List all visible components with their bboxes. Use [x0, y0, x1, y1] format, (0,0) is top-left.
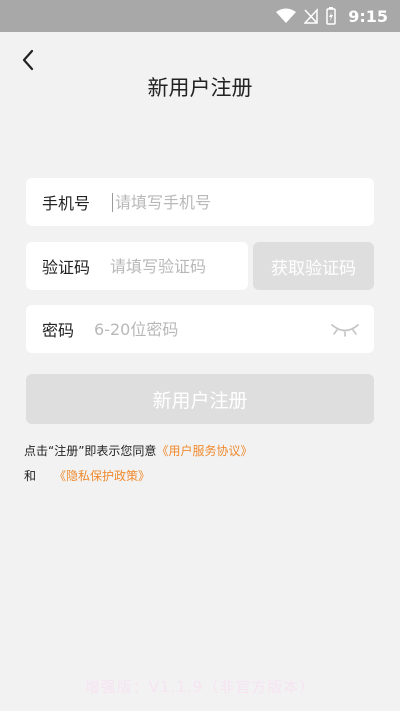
phone-input[interactable]	[112, 192, 343, 212]
version-watermark: 增强版：V1.1.9（非官方版本）	[84, 678, 316, 696]
status-bar: 9:15	[0, 0, 400, 32]
page-title: 新用户注册	[147, 76, 253, 100]
agreement-line-1: 点击“注册”即表示您同意《用户服务协议》	[24, 442, 252, 459]
password-field: 密码	[26, 305, 374, 353]
service-agreement-link[interactable]: 《用户服务协议》	[156, 444, 252, 458]
agreement-line-2: 和 《隐私保护政策》	[24, 467, 150, 484]
privacy-policy-link[interactable]: 《隐私保护政策》	[54, 469, 150, 483]
code-field: 验证码	[26, 242, 248, 290]
eye-closed-icon[interactable]	[330, 320, 360, 338]
agreement-and: 和	[24, 469, 37, 483]
phone-label: 手机号	[42, 194, 91, 213]
status-time: 9:15	[348, 6, 388, 26]
no-signal-icon	[304, 8, 318, 24]
back-button[interactable]	[14, 46, 42, 74]
register-button[interactable]: 新用户注册	[26, 374, 374, 424]
wifi-icon	[276, 8, 297, 24]
password-label: 密码	[42, 321, 75, 340]
phone-field: 手机号	[26, 178, 374, 226]
code-label: 验证码	[42, 258, 91, 277]
get-code-button[interactable]: 获取验证码	[253, 242, 374, 290]
code-input[interactable]	[110, 256, 241, 276]
password-input[interactable]	[94, 319, 315, 339]
battery-charging-icon	[326, 7, 336, 25]
agreement-prefix: 点击“注册”即表示您同意	[24, 444, 157, 458]
chevron-left-icon	[22, 49, 34, 71]
